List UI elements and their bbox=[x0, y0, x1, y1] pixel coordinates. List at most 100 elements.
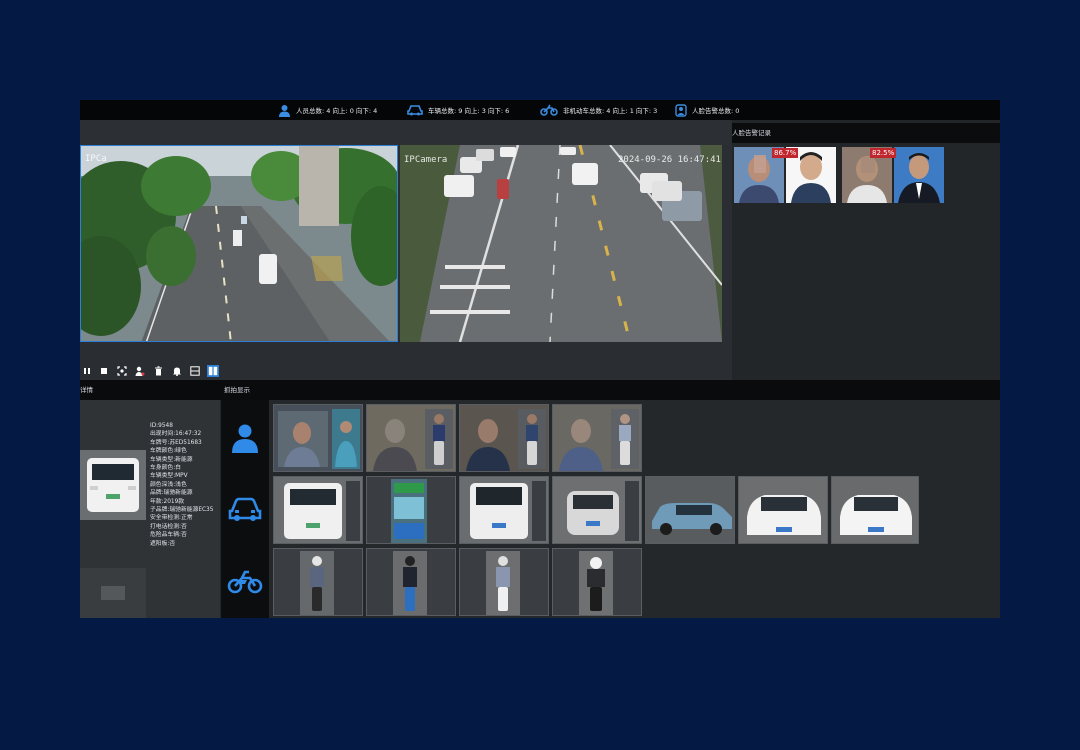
vehicle-capture-6-img bbox=[739, 477, 827, 543]
stop-icon bbox=[101, 368, 107, 374]
face-library-2 bbox=[894, 147, 944, 203]
record-button[interactable] bbox=[134, 365, 146, 377]
vehicle-capture-3[interactable] bbox=[459, 476, 549, 544]
face-alarm-icon bbox=[675, 103, 687, 117]
person-capture-2[interactable] bbox=[366, 404, 456, 472]
face-score-1: 86.7% bbox=[772, 148, 799, 158]
layout-1-icon bbox=[190, 366, 200, 376]
detail-body-color: 车身颜色:白 bbox=[150, 465, 181, 472]
person-capture-2-img bbox=[367, 405, 455, 471]
surveillance-app: 人员总数: 4 向上: 0 向下: 4 车辆总数: 9 向上: 3 向下: 6 … bbox=[80, 100, 1000, 618]
camera-1-osd-name: IPCa bbox=[85, 154, 107, 164]
detail-pane: ID:9548 出现时间:16:47:32 车牌号:苏ED51683 车牌颜色:… bbox=[80, 400, 220, 618]
stop-button[interactable] bbox=[98, 365, 110, 377]
camera-2-osd-time: 2024-09-26 16:47:41 bbox=[618, 155, 721, 165]
motorcycle-icon bbox=[227, 570, 263, 594]
vehicle-detail-image bbox=[80, 450, 146, 520]
camera-1-scene bbox=[81, 146, 397, 341]
vehicle-capture-7-img bbox=[832, 477, 918, 543]
person-icon bbox=[232, 424, 258, 453]
vehicle-capture-3-img bbox=[460, 477, 548, 543]
person-icon bbox=[279, 104, 290, 117]
person-capture-4[interactable] bbox=[552, 404, 642, 472]
detail-brand: 品牌:瑞驰新能源 bbox=[150, 490, 193, 497]
capture-header: 详情 抓拍显示 bbox=[80, 380, 1000, 400]
face-alarm-item-2[interactable]: 82.5% bbox=[842, 147, 946, 203]
video-subbar bbox=[80, 120, 730, 145]
person-stat-label: 人员总数: 4 向上: 0 向下: 4 bbox=[296, 107, 378, 115]
capture-button[interactable] bbox=[116, 365, 128, 377]
person-capture-1[interactable] bbox=[273, 404, 363, 472]
capture-area: 详情 抓拍显示 ID:9548 出现时间:16:47:32 车牌号:苏ED516… bbox=[80, 380, 1000, 618]
detail-seatbelt: 安全带检测:正常 bbox=[150, 515, 193, 522]
detail-hazmat: 危险品车辆:否 bbox=[150, 532, 187, 539]
plate-image-slot bbox=[80, 568, 146, 618]
category-column bbox=[221, 400, 269, 618]
car-icon bbox=[228, 497, 262, 521]
face-alarm-item-1[interactable]: 86.7% bbox=[734, 147, 838, 203]
person-capture-4-img bbox=[553, 405, 641, 471]
nonmotor-capture-3[interactable] bbox=[459, 548, 549, 616]
delete-icon bbox=[154, 366, 162, 376]
nonmotor-stat-label: 非机动车总数: 4 向上: 1 向下: 3 bbox=[563, 107, 658, 115]
detail-list: ID:9548 出现时间:16:47:32 车牌号:苏ED51683 车牌颜色:… bbox=[150, 422, 222, 548]
person-stat: 人员总数: 4 向上: 0 向下: 4 bbox=[278, 100, 377, 120]
detail-vehicle-kind: 车辆类型:新能源 bbox=[150, 456, 193, 463]
nonmotor-capture-2-img bbox=[367, 549, 455, 615]
vehicle-capture-6[interactable] bbox=[738, 476, 828, 544]
vehicle-stat: 车辆总数: 9 向上: 3 向下: 6 bbox=[407, 100, 509, 120]
capture-title: 抓拍显示 bbox=[224, 386, 250, 394]
plate-image-placeholder bbox=[101, 586, 125, 600]
vehicle-capture-5-img bbox=[646, 477, 734, 543]
layout-dual-button[interactable] bbox=[207, 365, 219, 377]
camera-view-1[interactable]: IPCa bbox=[80, 145, 398, 342]
camera-2-scene bbox=[400, 145, 722, 342]
vehicle-capture-5[interactable] bbox=[645, 476, 735, 544]
vehicle-capture-4[interactable] bbox=[552, 476, 642, 544]
face-alarm-panel: 人脸告警记录 86.7% 82.5% bbox=[732, 120, 1000, 380]
pause-button[interactable] bbox=[81, 365, 93, 377]
vehicle-capture-2[interactable] bbox=[366, 476, 456, 544]
detail-time: 出现时间:16:47:32 bbox=[150, 431, 202, 438]
nonmotor-capture-1[interactable] bbox=[273, 548, 363, 616]
detail-year: 年款:2019款 bbox=[150, 498, 185, 505]
detail-vehicle-type: 车辆类型:MPV bbox=[150, 473, 188, 480]
nonmotor-capture-2[interactable] bbox=[366, 548, 456, 616]
capture-icon bbox=[117, 366, 127, 376]
face-alarm-title: 人脸告警记录 bbox=[732, 123, 1000, 143]
nonmotor-capture-4-img bbox=[553, 549, 641, 615]
person-capture-3-img bbox=[460, 405, 548, 471]
category-nonmotor[interactable] bbox=[221, 552, 269, 612]
face-score-2: 82.5% bbox=[870, 148, 897, 158]
pause-icon bbox=[84, 368, 90, 374]
detail-sunvisor: 遮阳板:否 bbox=[150, 540, 176, 547]
vehicle-capture-1[interactable] bbox=[273, 476, 363, 544]
face-library-2-img bbox=[894, 147, 944, 203]
alarm-button[interactable] bbox=[171, 365, 183, 377]
detail-sub-brand: 子品牌:瑞驰新能源EC35 bbox=[150, 507, 214, 514]
nonmotor-capture-1-img bbox=[274, 549, 362, 615]
bell-icon bbox=[173, 367, 181, 376]
face-alarm-stat: 人脸告警总数: 0 bbox=[675, 100, 739, 120]
vehicle-detail-img bbox=[80, 450, 146, 520]
vehicle-capture-7[interactable] bbox=[831, 476, 919, 544]
nonmotor-capture-3-img bbox=[460, 549, 548, 615]
record-icon bbox=[135, 366, 145, 376]
face-alarm-title-text: 人脸告警记录 bbox=[732, 129, 771, 137]
camera-view-2[interactable]: IPCamera 2024-09-26 16:47:41 bbox=[400, 145, 722, 342]
nonmotor-capture-4[interactable] bbox=[552, 548, 642, 616]
person-capture-3[interactable] bbox=[459, 404, 549, 472]
car-icon bbox=[407, 105, 423, 116]
layout-2-icon bbox=[208, 366, 218, 376]
detail-plate-color: 车牌颜色:绿色 bbox=[150, 448, 187, 455]
detail-phone: 打电话检测:否 bbox=[150, 523, 187, 530]
stats-bar: 人员总数: 4 向上: 0 向下: 4 车辆总数: 9 向上: 3 向下: 6 … bbox=[80, 100, 1000, 120]
category-vehicle[interactable] bbox=[221, 480, 269, 540]
vehicle-capture-2-img bbox=[367, 477, 455, 543]
nonmotor-stat: 非机动车总数: 4 向上: 1 向下: 3 bbox=[540, 100, 657, 120]
category-person[interactable] bbox=[221, 408, 269, 468]
person-capture-1-img bbox=[274, 405, 362, 471]
delete-button[interactable] bbox=[152, 365, 164, 377]
vehicle-capture-4-img bbox=[553, 477, 641, 543]
layout-single-button[interactable] bbox=[189, 365, 201, 377]
